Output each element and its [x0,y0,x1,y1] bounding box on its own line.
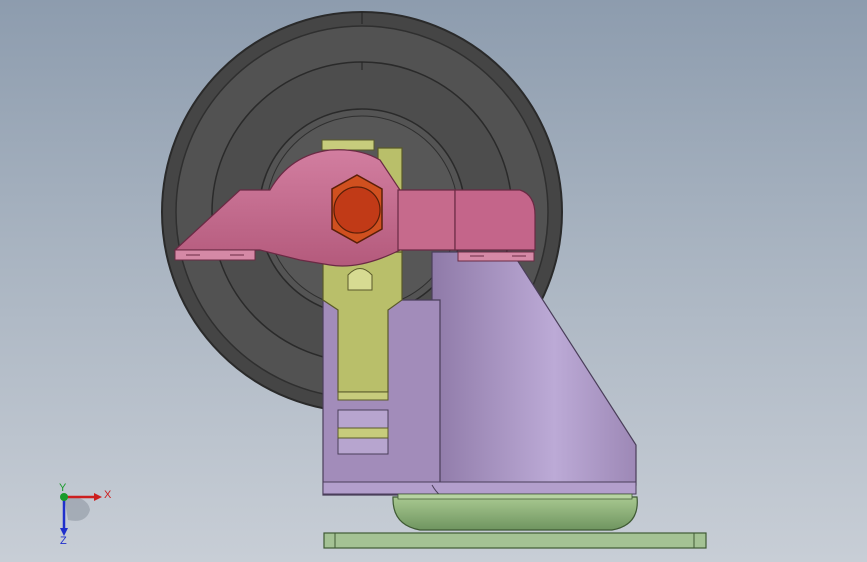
base-plate[interactable] [323,532,707,549]
x-axis-label: X [104,489,112,501]
y-axis-label: Y [59,482,67,494]
foot-pad[interactable] [392,493,638,531]
triad-shadow [64,496,90,521]
axle-hex-nut[interactable] [331,174,383,244]
cad-viewport[interactable] [0,0,867,562]
x-axis-arrow [94,493,102,501]
z-axis-label: Z [60,535,67,546]
y-axis-dot [60,493,68,501]
coordinate-triad: X Z Y [59,482,112,546]
